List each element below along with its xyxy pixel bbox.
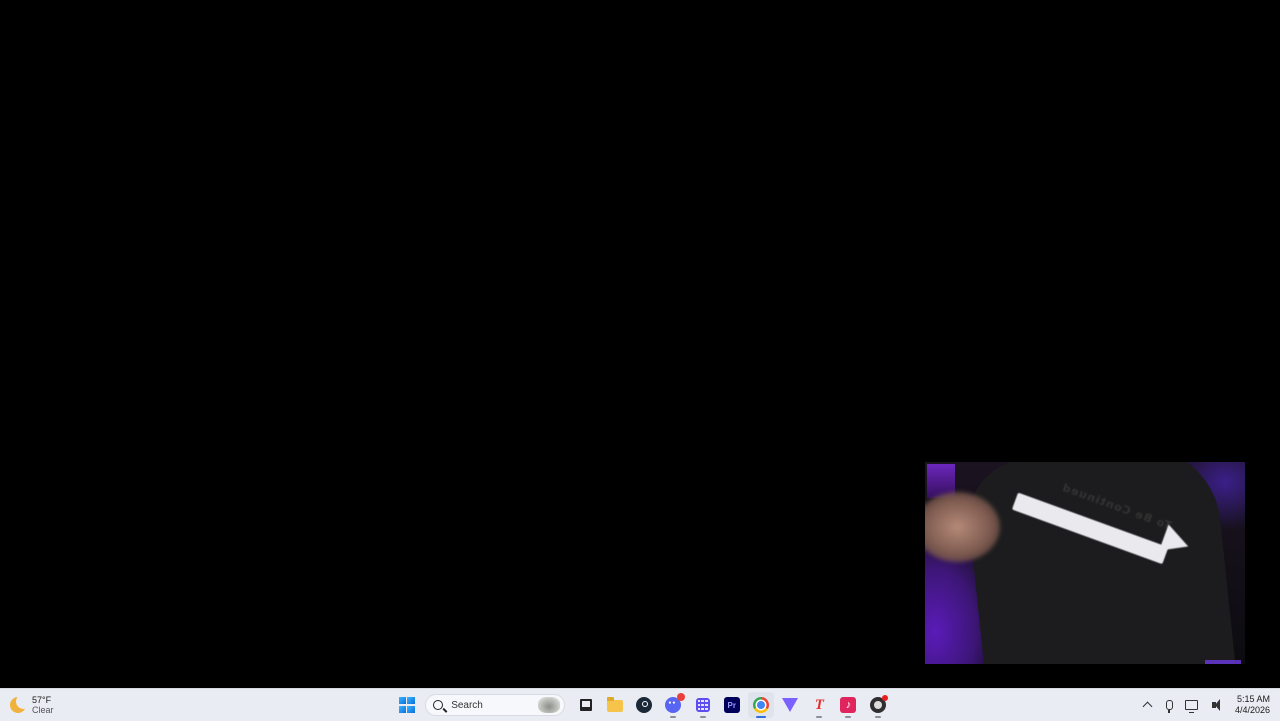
steam-icon	[636, 697, 653, 713]
tiktok-button[interactable]: ♪	[835, 692, 861, 718]
weather-widget[interactable]: 57°F Clear	[10, 694, 54, 716]
app-grid-button[interactable]	[690, 692, 716, 718]
active-indicator	[755, 716, 766, 718]
running-indicator	[845, 716, 852, 718]
t-icon: T	[814, 696, 824, 713]
running-indicator	[670, 716, 677, 718]
network-icon	[1185, 700, 1199, 713]
premiere-pro-button[interactable]: Pr	[719, 692, 745, 718]
moon-icon	[10, 694, 31, 713]
search-box[interactable]: Search	[425, 694, 566, 716]
running-indicator	[699, 716, 706, 718]
task-view-icon	[579, 699, 592, 711]
microphone-icon	[1166, 700, 1174, 713]
weather-condition: Clear	[32, 705, 54, 715]
webcam-light-bar	[1205, 660, 1241, 664]
grid-icon	[695, 698, 710, 712]
network-button[interactable]	[1184, 697, 1200, 713]
clock-date: 4/4/2026	[1234, 705, 1270, 715]
windows-logo-icon	[398, 697, 415, 713]
taskbar: 57°F Clear Search ●● Pr T ♪ 5:15 AM 4/4/…	[0, 688, 1280, 721]
obs-button[interactable]	[865, 692, 891, 718]
vpn-button[interactable]	[777, 692, 803, 718]
weather-text: 57°F Clear	[32, 695, 54, 715]
pr-icon: Pr	[723, 697, 740, 713]
steam-button[interactable]	[631, 692, 657, 718]
search-highlight-image	[538, 697, 561, 713]
chrome-button[interactable]	[747, 692, 774, 718]
running-indicator	[816, 716, 823, 718]
t-app-button[interactable]: T	[806, 692, 832, 718]
vpn-icon	[782, 698, 799, 712]
chevron-up-icon	[1143, 701, 1153, 712]
start-button[interactable]	[394, 692, 420, 718]
search-label: Search	[451, 699, 483, 711]
tiktok-icon: ♪	[840, 697, 857, 713]
volume-icon	[1211, 699, 1220, 711]
chrome-icon	[752, 697, 769, 713]
discord-button[interactable]	[660, 692, 686, 718]
webcam-overlay: To Be Continued	[925, 462, 1245, 664]
recording-indicator	[881, 695, 888, 701]
show-hidden-icons-button[interactable]	[1140, 697, 1156, 713]
weather-temperature: 57°F	[32, 695, 52, 705]
search-icon	[433, 700, 444, 710]
file-explorer-button[interactable]	[602, 692, 628, 718]
running-indicator	[874, 716, 881, 718]
clock-time: 5:15 AM	[1236, 694, 1270, 704]
clock[interactable]: 5:15 AM 4/4/2026	[1235, 694, 1270, 716]
taskbar-center: Search Pr T	[392, 692, 892, 718]
webcam-person-shirt	[963, 462, 1237, 664]
task-view-button[interactable]	[573, 692, 599, 718]
folder-icon	[606, 697, 623, 712]
microphone-button[interactable]	[1162, 697, 1178, 713]
volume-button[interactable]	[1206, 697, 1222, 713]
notification-badge	[677, 693, 686, 701]
system-tray: 5:15 AM 4/4/2026	[1137, 692, 1270, 718]
